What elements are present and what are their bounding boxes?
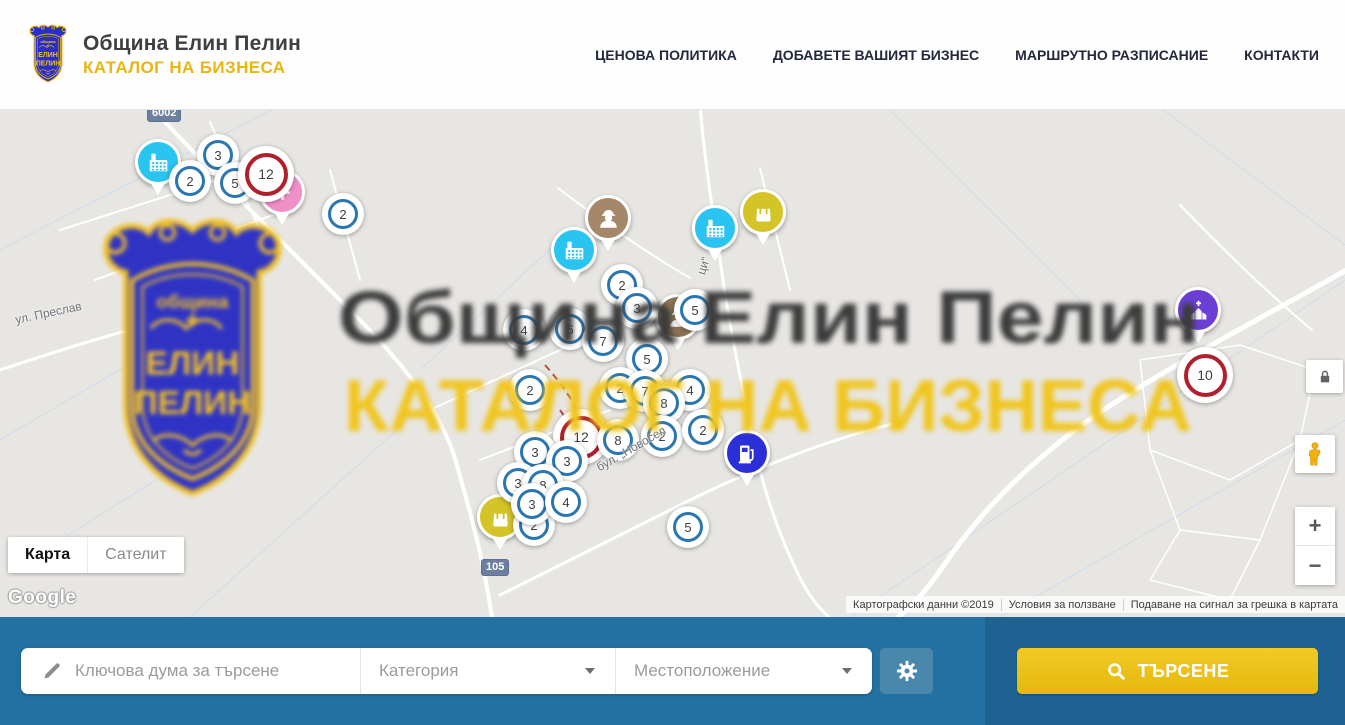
site-header: Община Елин Пелин КАТАЛОГ НА БИЗНЕСА ЦЕН… <box>0 0 1345 110</box>
attribution-report-link[interactable]: Подаване на сигнал за грешка в картата <box>1123 599 1345 611</box>
map-cluster-marker[interactable]: 2 <box>169 160 211 202</box>
map-cluster-marker[interactable]: 5 <box>667 506 709 548</box>
site-title: Община Елин Пелин <box>83 32 301 56</box>
zoom-in-button[interactable]: + <box>1295 507 1335 546</box>
nav-item-route-schedule[interactable]: МАРШРУТНО РАЗПИСАНИЕ <box>1015 47 1208 63</box>
street-label: ул. Преслав <box>14 299 83 327</box>
search-panel: Категория Местоположение <box>0 617 1345 725</box>
map-cluster-marker[interactable]: 3 <box>616 287 658 329</box>
category-select[interactable]: Категория <box>360 648 615 694</box>
chevron-down-icon <box>842 668 852 674</box>
zoom-out-button[interactable]: − <box>1295 546 1335 585</box>
map-cluster-marker[interactable]: 10 <box>1177 347 1233 403</box>
brand-logo[interactable]: Община Елин Пелин КАТАЛОГ НА БИЗНЕСА <box>25 24 301 85</box>
gear-icon <box>895 659 919 683</box>
nav-item-add-business[interactable]: ДОБАВЕТЕ ВАШИЯТ БИЗНЕС <box>773 47 979 63</box>
municipality-crest-icon <box>25 24 71 85</box>
zoom-control: + − <box>1295 507 1335 585</box>
street-view-pegman[interactable] <box>1295 435 1335 473</box>
map-pin-church[interactable] <box>1175 287 1221 343</box>
map-type-satellite-button[interactable]: Сателит <box>87 537 183 573</box>
pencil-icon <box>41 660 63 682</box>
map-type-control: Карта Сателит <box>8 537 184 573</box>
map-cluster-marker[interactable]: 4 <box>503 309 545 351</box>
search-button-label: ТЪРСЕНЕ <box>1138 661 1230 682</box>
pegman-icon <box>1304 439 1326 469</box>
search-button[interactable]: ТЪРСЕНЕ <box>1017 648 1318 694</box>
main-nav: ЦЕНОВА ПОЛИТИКА ДОБАВЕТЕ ВАШИЯТ БИЗНЕС М… <box>595 47 1319 63</box>
category-select-label: Категория <box>379 661 458 681</box>
map-pin-bag[interactable] <box>740 189 786 245</box>
map-pin-factory[interactable] <box>551 227 597 283</box>
lock-button[interactable] <box>1306 360 1343 393</box>
location-select[interactable]: Местоположение <box>615 648 872 694</box>
map-pin-fuel[interactable] <box>724 430 770 486</box>
map-pin-factory[interactable] <box>692 205 738 261</box>
map-cluster-marker[interactable]: 5 <box>674 289 716 331</box>
settings-button[interactable] <box>880 648 933 694</box>
search-icon <box>1106 661 1127 682</box>
google-logo[interactable]: Google <box>8 587 76 609</box>
attribution-terms-link[interactable]: Условия за ползване <box>1001 599 1123 611</box>
keyword-segment <box>21 648 360 694</box>
location-select-label: Местоположение <box>634 661 770 681</box>
lock-icon <box>1315 367 1335 387</box>
keyword-input[interactable] <box>75 661 360 681</box>
map-cluster-marker[interactable]: 12 <box>238 146 294 202</box>
road-badge: 6002 <box>148 110 180 121</box>
site-subtitle: КАТАЛОГ НА БИЗНЕСА <box>83 58 301 78</box>
map-cluster-marker[interactable]: 7 <box>582 320 624 362</box>
map-cluster-marker[interactable]: 4 <box>545 481 587 523</box>
attribution-data: Картографски данни ©2019 <box>846 599 1001 611</box>
map-cluster-marker[interactable]: 2 <box>322 193 364 235</box>
search-bar: Категория Местоположение <box>21 648 872 694</box>
map-cluster-marker[interactable]: 2 <box>682 409 724 451</box>
road-badge: 105 <box>482 560 508 575</box>
map-canvas[interactable]: 3251222354675227481282233382345106002105… <box>0 110 1345 617</box>
map-cluster-marker[interactable]: 2 <box>509 369 551 411</box>
map-attribution: Картографски данни ©2019 Условия за полз… <box>846 596 1345 613</box>
chevron-down-icon <box>585 668 595 674</box>
map-markers: 3251222354675227481282233382345106002105… <box>0 110 1345 617</box>
nav-item-pricing[interactable]: ЦЕНОВА ПОЛИТИКА <box>595 47 737 63</box>
map-type-map-button[interactable]: Карта <box>8 537 87 573</box>
nav-item-contacts[interactable]: КОНТАКТИ <box>1244 47 1319 63</box>
